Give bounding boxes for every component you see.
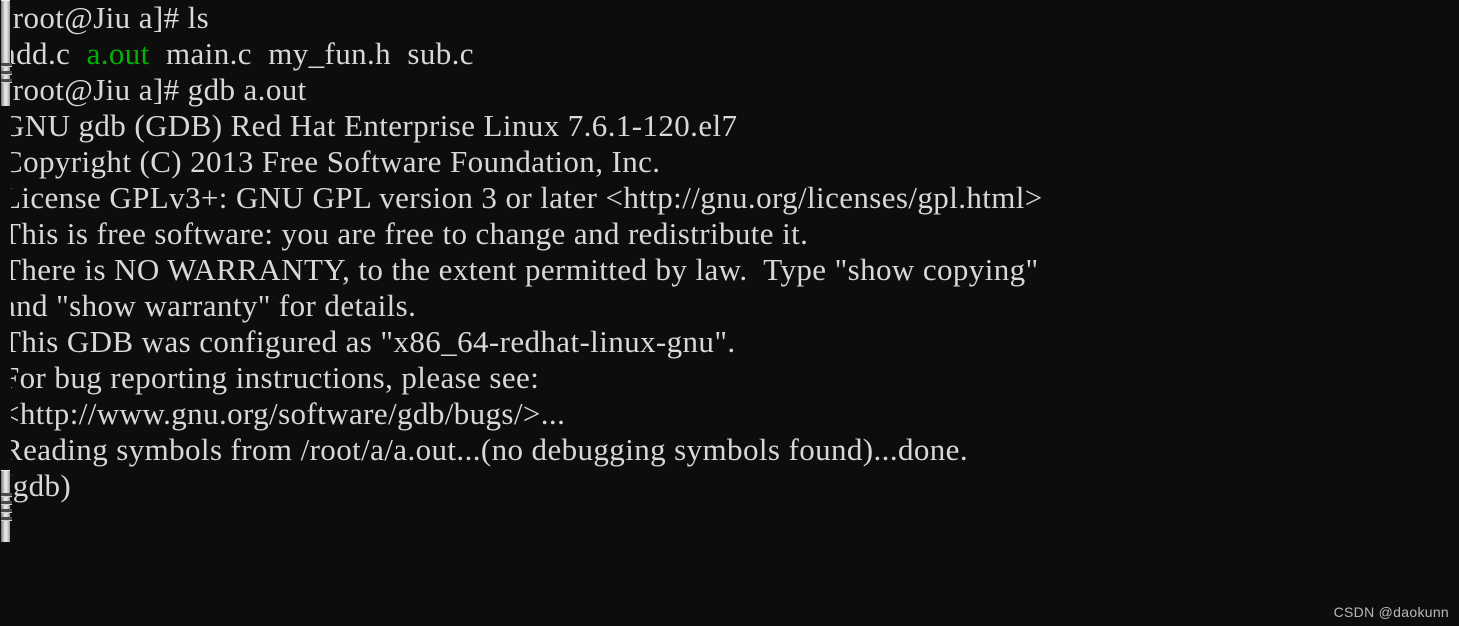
terminal-text: For bug reporting instructions, please s… xyxy=(2,360,540,395)
terminal-line-gdb-config: This GDB was configured as "x86_64-redha… xyxy=(0,324,1459,360)
terminal-text: <http://www.gnu.org/software/gdb/bugs/>.… xyxy=(2,396,566,431)
terminal-line-gdb-bugs-url: <http://www.gnu.org/software/gdb/bugs/>.… xyxy=(0,396,1459,432)
terminal-text-executable: a.out xyxy=(86,36,150,71)
terminal-text: add.c xyxy=(2,36,87,71)
terminal-text: and "show warranty" for details. xyxy=(2,288,417,323)
terminal-window: [root@Jiu a]# ls add.c a.out main.c my_fu… xyxy=(0,0,1459,626)
scrollbar-grip-line xyxy=(1,63,12,67)
terminal-line-gdb-license: License GPLv3+: GNU GPL version 3 or lat… xyxy=(0,180,1459,216)
scrollbar-track-gap[interactable] xyxy=(1,106,10,470)
terminal-line-gdb-copyright: Copyright (C) 2013 Free Software Foundat… xyxy=(0,144,1459,180)
terminal-text: This GDB was configured as "x86_64-redha… xyxy=(2,324,736,359)
scrollbar-track-bottom[interactable] xyxy=(1,542,10,626)
scrollbar-thumb-upper[interactable] xyxy=(1,0,12,108)
terminal-text: There is NO WARRANTY, to the extent perm… xyxy=(2,252,1039,287)
vertical-scrollbar[interactable] xyxy=(0,0,12,626)
terminal-line-gdb-details: and "show warranty" for details. xyxy=(0,288,1459,324)
terminal-line-cmd-gdb: [root@Jiu a]# gdb a.out xyxy=(0,72,1459,108)
terminal-line-ls-output: add.c a.out main.c my_fun.h sub.c xyxy=(0,36,1459,72)
scrollbar-grip-line xyxy=(1,501,12,505)
scrollbar-grip-line xyxy=(1,517,12,521)
terminal-line-gdb-bugs-intro: For bug reporting instructions, please s… xyxy=(0,360,1459,396)
terminal-text: [root@Jiu a]# ls xyxy=(2,0,210,35)
terminal-text: [root@Jiu a]# gdb a.out xyxy=(2,72,307,107)
terminal-text: main.c my_fun.h sub.c xyxy=(149,36,474,71)
terminal-line-gdb-prompt: (gdb) xyxy=(0,468,1459,504)
terminal-line-gdb-warranty: There is NO WARRANTY, to the extent perm… xyxy=(0,252,1459,288)
scrollbar-grip-line xyxy=(1,79,12,83)
terminal-line-gdb-symbols: Reading symbols from /root/a/a.out...(no… xyxy=(0,432,1459,468)
terminal-line-cmd-ls: [root@Jiu a]# ls xyxy=(0,0,1459,36)
scrollbar-grip-line xyxy=(1,71,12,75)
csdn-watermark: CSDN @daokunn xyxy=(1333,604,1449,620)
terminal-line-gdb-version: GNU gdb (GDB) Red Hat Enterprise Linux 7… xyxy=(0,108,1459,144)
terminal-text: GNU gdb (GDB) Red Hat Enterprise Linux 7… xyxy=(2,108,738,143)
scrollbar-grip-line xyxy=(1,493,12,497)
terminal-text: Reading symbols from /root/a/a.out...(no… xyxy=(2,432,968,467)
terminal-line-gdb-free: This is free software: you are free to c… xyxy=(0,216,1459,252)
terminal-text: License GPLv3+: GNU GPL version 3 or lat… xyxy=(2,180,1043,215)
terminal-text: (gdb) xyxy=(2,468,72,503)
terminal-text: This is free software: you are free to c… xyxy=(2,216,809,251)
terminal-output-area[interactable]: [root@Jiu a]# ls add.c a.out main.c my_fu… xyxy=(0,0,1459,626)
scrollbar-thumb-lower[interactable] xyxy=(1,470,12,544)
terminal-text: Copyright (C) 2013 Free Software Foundat… xyxy=(2,144,661,179)
scrollbar-grip-line xyxy=(1,509,12,513)
